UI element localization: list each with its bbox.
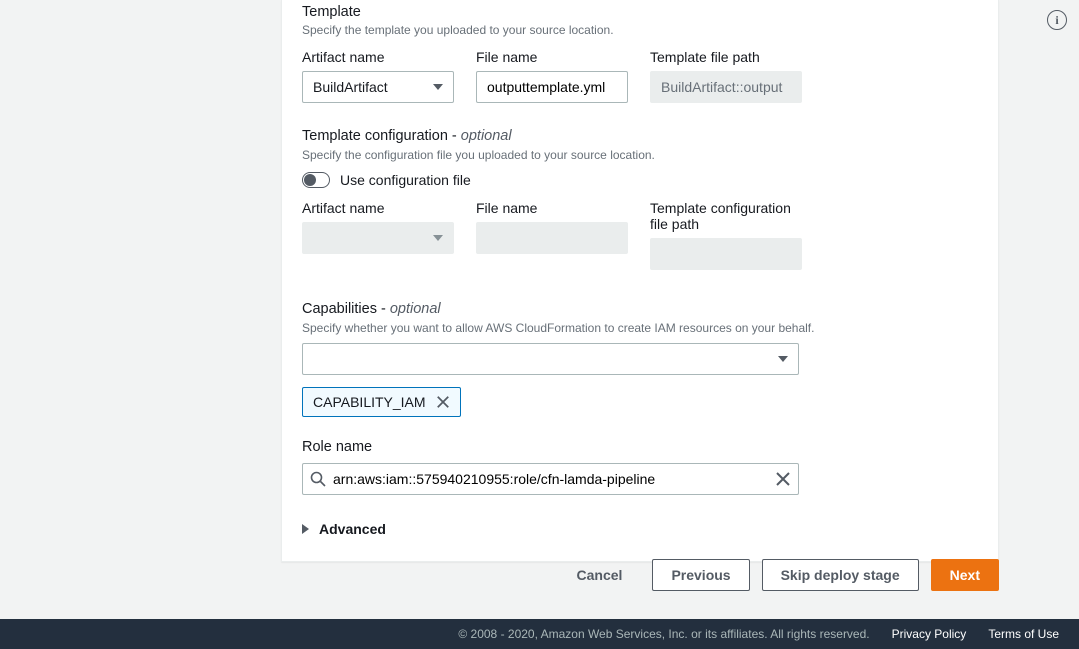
caret-right-icon [302, 524, 309, 534]
form-card: Template Specify the template you upload… [281, 0, 999, 562]
privacy-policy-link[interactable]: Privacy Policy [892, 627, 967, 641]
template-title: Template [302, 4, 978, 20]
role-name-label: Role name [302, 439, 978, 455]
file-name-input[interactable] [476, 71, 628, 103]
capabilities-title: Capabilities - optional [302, 301, 441, 317]
config-artifact-select [302, 222, 454, 254]
use-config-file-toggle[interactable] [302, 172, 330, 188]
artifact-name-value: BuildArtifact [313, 79, 388, 95]
footer: © 2008 - 2020, Amazon Web Services, Inc.… [0, 619, 1079, 649]
chevron-down-icon [778, 356, 788, 362]
wizard-buttons: Cancel Previous Skip deploy stage Next [559, 559, 999, 591]
config-file-label: File name [476, 200, 628, 216]
capability-token-label: CAPABILITY_IAM [313, 394, 426, 410]
template-desc: Specify the template you uploaded to you… [302, 23, 978, 37]
role-name-input[interactable] [302, 463, 799, 495]
footer-copyright: © 2008 - 2020, Amazon Web Services, Inc.… [458, 627, 869, 641]
chevron-down-icon [433, 235, 443, 241]
file-name-label: File name [476, 49, 628, 65]
capabilities-select[interactable] [302, 343, 799, 375]
artifact-name-label: Artifact name [302, 49, 454, 65]
remove-token-icon[interactable] [436, 395, 450, 409]
capability-token: CAPABILITY_IAM [302, 387, 461, 417]
artifact-name-select[interactable]: BuildArtifact [302, 71, 454, 103]
advanced-label: Advanced [319, 521, 386, 537]
next-button[interactable]: Next [931, 559, 999, 591]
chevron-down-icon [433, 84, 443, 90]
use-config-file-label: Use configuration file [340, 172, 471, 188]
previous-button[interactable]: Previous [652, 559, 749, 591]
info-icon[interactable]: i [1047, 10, 1067, 30]
config-file-input [476, 222, 628, 254]
advanced-toggle[interactable]: Advanced [302, 521, 978, 537]
capabilities-desc: Specify whether you want to allow AWS Cl… [302, 321, 978, 335]
config-desc: Specify the configuration file you uploa… [302, 148, 978, 162]
terms-of-use-link[interactable]: Terms of Use [988, 627, 1059, 641]
config-artifact-label: Artifact name [302, 200, 454, 216]
template-path-display: BuildArtifact::output [650, 71, 802, 103]
config-path-label: Template configuration file path [650, 200, 802, 232]
template-path-label: Template file path [650, 49, 802, 65]
cancel-button[interactable]: Cancel [559, 559, 641, 591]
config-title: Template configuration - optional [302, 128, 512, 144]
clear-input-icon[interactable] [775, 471, 791, 487]
skip-deploy-button[interactable]: Skip deploy stage [762, 559, 919, 591]
config-path-display [650, 238, 802, 270]
